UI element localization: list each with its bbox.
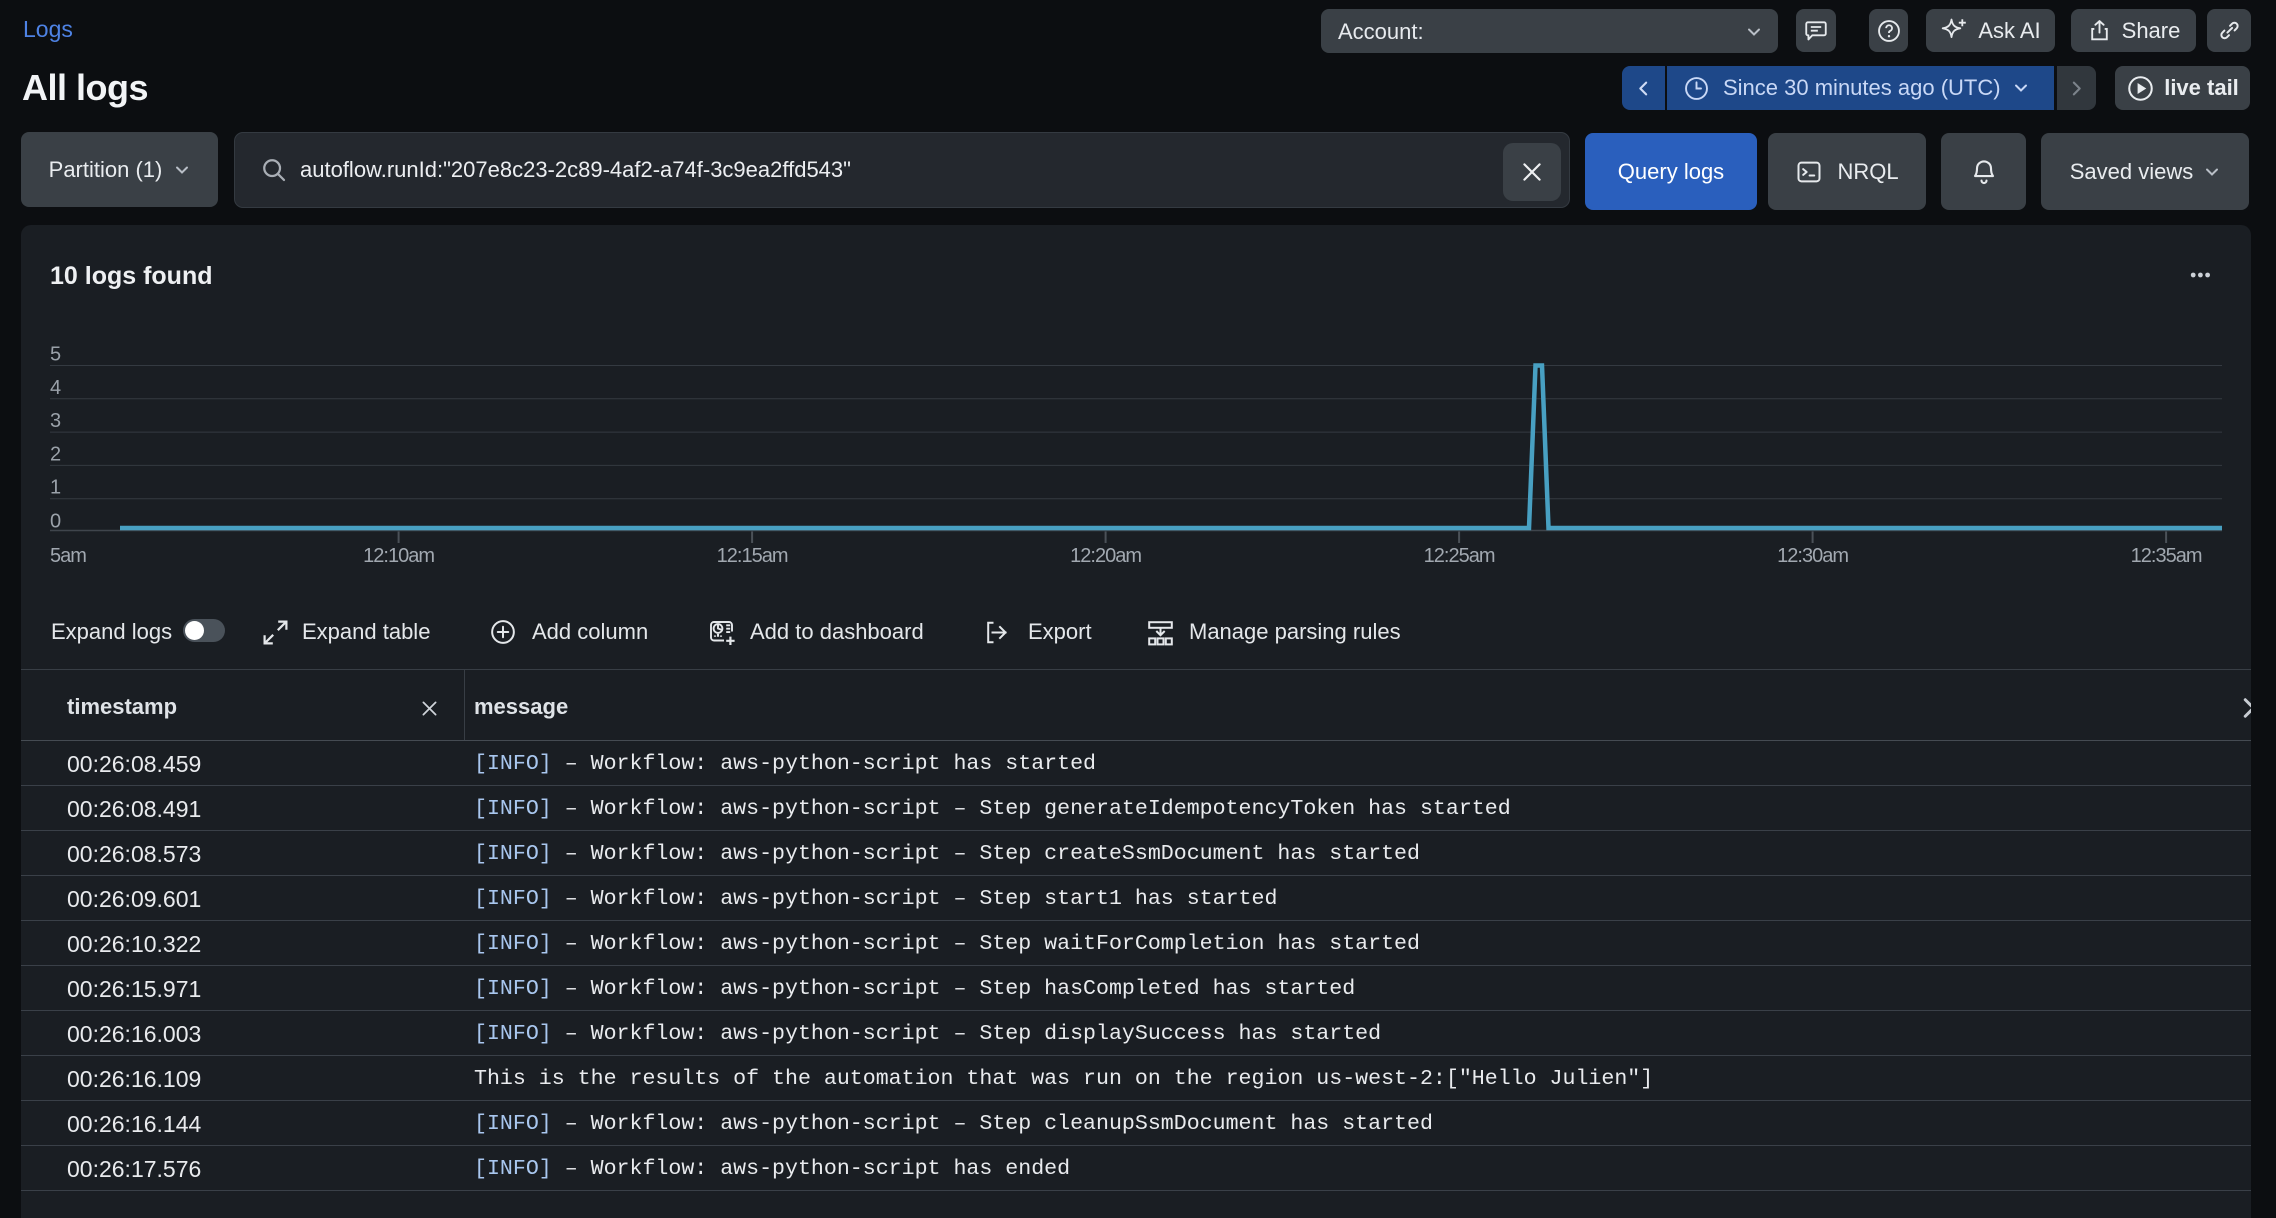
svg-text:12:35am: 12:35am	[2131, 545, 2202, 567]
svg-text:5am: 5am	[50, 545, 86, 567]
svg-text:3: 3	[50, 410, 61, 432]
svg-text:0: 0	[50, 511, 61, 533]
svg-text:4: 4	[50, 377, 61, 399]
svg-text:5: 5	[50, 344, 61, 366]
svg-text:12:15am: 12:15am	[717, 545, 788, 567]
svg-text:2: 2	[50, 443, 61, 465]
svg-text:12:25am: 12:25am	[1424, 545, 1495, 567]
svg-text:1: 1	[50, 477, 61, 499]
svg-text:12:30am: 12:30am	[1777, 545, 1848, 567]
svg-text:12:10am: 12:10am	[363, 545, 434, 567]
svg-text:12:20am: 12:20am	[1070, 545, 1141, 567]
